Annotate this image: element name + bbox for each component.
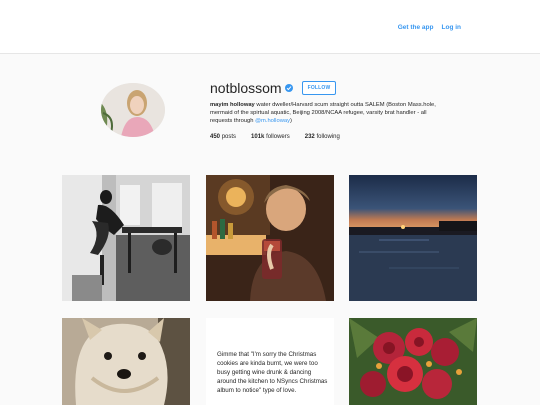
text-post-quote: Gimme that "I'm sorry the Christmas cook… bbox=[217, 351, 328, 394]
following-count-value: 232 bbox=[304, 134, 315, 140]
header-links: Get the app Log in bbox=[398, 24, 461, 31]
posts-count-value: 450 bbox=[210, 134, 221, 140]
posts-count: 450 posts bbox=[210, 134, 236, 140]
post-thumbnail[interactable] bbox=[349, 318, 477, 405]
post-thumbnail[interactable] bbox=[349, 175, 477, 301]
posts-count-label: posts bbox=[221, 134, 237, 140]
profile-bio: mayim holloway water dweller/Harvard scu… bbox=[210, 101, 440, 125]
profile-username: notblossom bbox=[210, 80, 282, 96]
followers-count[interactable]: 101k followers bbox=[251, 134, 290, 140]
log-in-link[interactable]: Log in bbox=[442, 24, 462, 31]
post-thumbnail[interactable] bbox=[62, 175, 190, 301]
followers-count-value: 101k bbox=[251, 134, 265, 140]
bio-mention-link[interactable]: @m.holloway bbox=[255, 118, 290, 124]
bio-text-end: ) bbox=[290, 118, 292, 124]
top-bar: Get the app Log in bbox=[0, 0, 540, 54]
verified-badge-icon bbox=[285, 84, 293, 92]
avatar[interactable] bbox=[101, 83, 165, 137]
text-post-thumbnail[interactable]: Gimme that "I'm sorry the Christmas cook… bbox=[206, 318, 334, 405]
post-thumbnail[interactable] bbox=[206, 175, 334, 301]
post-thumbnail[interactable] bbox=[62, 318, 190, 405]
bio-full-name: mayim holloway bbox=[210, 102, 255, 108]
get-the-app-link[interactable]: Get the app bbox=[398, 24, 434, 31]
followers-count-label: followers bbox=[266, 134, 290, 140]
profile-stats: 450 posts 101k followers 232 following bbox=[210, 134, 355, 140]
following-count[interactable]: 232 following bbox=[305, 134, 340, 140]
following-count-label: following bbox=[316, 134, 340, 140]
follow-button[interactable]: FOLLOW bbox=[302, 81, 336, 95]
